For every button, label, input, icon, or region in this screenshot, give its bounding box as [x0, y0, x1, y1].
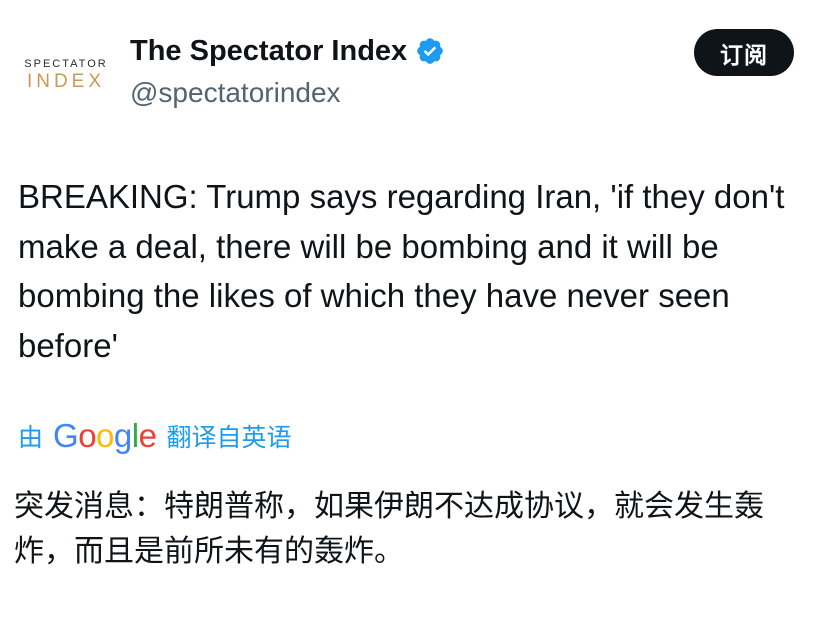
account-handle[interactable]: @spectatorindex: [130, 77, 341, 109]
name-row: The Spectator Index: [130, 34, 445, 68]
subscribe-button[interactable]: 订阅: [694, 29, 794, 76]
google-logo-letter: o: [96, 417, 114, 454]
translated-text: 突发消息：特朗普称，如果伊朗不达成协议，就会发生轰炸，而且是前所未有的轰炸。: [14, 489, 764, 569]
avatar-logo-line1: SPECTATOR: [24, 58, 108, 70]
google-logo-letter: g: [113, 417, 132, 454]
account-avatar[interactable]: SPECTATOR INDEX: [16, 40, 116, 110]
google-logo-letter: G: [53, 417, 79, 454]
google-logo: Google: [53, 416, 157, 456]
google-logo-letter: e: [138, 417, 157, 454]
tweet-text: BREAKING: Trump says regarding Iran, 'if…: [18, 178, 785, 364]
translated-by-label: 由: [18, 423, 44, 452]
translated-from-label: 翻译自英语: [166, 423, 292, 452]
avatar-logo-line2: INDEX: [26, 71, 106, 92]
translation-attribution[interactable]: 由 Google 翻译自英语: [18, 416, 291, 456]
verified-badge-icon[interactable]: [415, 36, 445, 66]
google-logo-letter: o: [78, 417, 97, 454]
google-logo-letter: l: [131, 417, 139, 454]
display-name[interactable]: The Spectator Index: [130, 34, 407, 68]
